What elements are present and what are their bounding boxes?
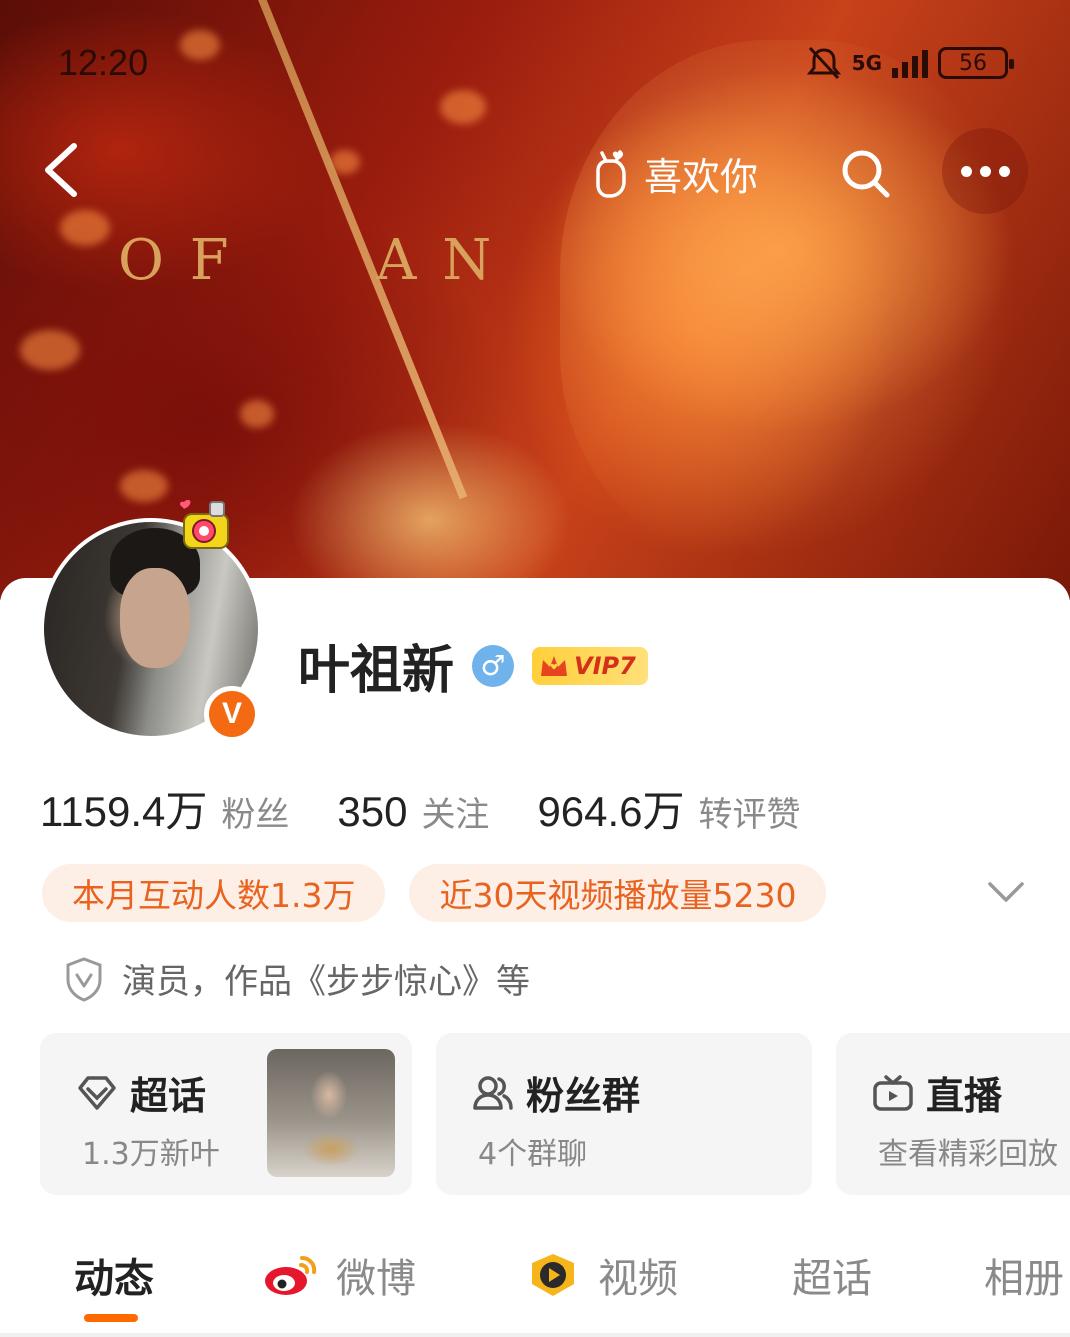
tab-label: 微博 — [336, 1256, 416, 1302]
profile-stats: 1159.4万 粉丝 350 关注 964.6万 转评赞 — [40, 778, 849, 839]
cover-text-right: A N — [376, 228, 496, 293]
stat-following[interactable]: 350 关注 — [337, 787, 489, 836]
like-you-label: 喜欢你 — [644, 155, 759, 199]
tab-label: 视频 — [598, 1256, 678, 1302]
more-dot-icon — [998, 165, 1010, 177]
stat-value: 350 — [337, 788, 408, 835]
battery-level: 56 — [959, 50, 987, 76]
profile-cover-banner[interactable]: O F A N — [0, 0, 1070, 600]
mute-bell-icon — [806, 46, 841, 80]
stat-value: 964.6万 — [537, 788, 685, 835]
stat-interactions[interactable]: 964.6万 转评赞 — [537, 778, 800, 839]
tab-label: 超话 — [792, 1256, 872, 1302]
live-tv-icon — [873, 1074, 913, 1111]
profile-tabs: 动态 微博 视频 超话 相册 — [0, 1236, 1070, 1336]
tile-supertopic[interactable]: 超话 1.3万新叶 — [40, 1033, 412, 1195]
stat-value: 1159.4万 — [40, 788, 208, 835]
tile-title: 超话 — [130, 1074, 207, 1118]
tile-subtitle: 4个群聊 — [478, 1137, 588, 1172]
tile-title: 直播 — [926, 1074, 1003, 1118]
tile-title: 粉丝群 — [526, 1074, 641, 1118]
tab-supertopic[interactable]: 超话 — [792, 1246, 872, 1304]
status-time: 12:20 — [58, 42, 149, 83]
stat-followers[interactable]: 1159.4万 粉丝 — [40, 778, 289, 839]
network-type: 5G — [851, 51, 882, 75]
verified-v-badge: V — [204, 686, 260, 742]
video-badge-icon — [532, 1254, 574, 1296]
tile-fan-group[interactable]: 粉丝群 4个群聊 — [436, 1033, 812, 1195]
chevron-down-icon[interactable] — [986, 876, 1026, 910]
back-arrow-icon[interactable] — [40, 140, 90, 200]
tile-title-row: 直播 — [872, 1065, 1002, 1120]
tab-weibo[interactable]: 微博 — [262, 1246, 416, 1304]
profile-name: 叶祖新 — [298, 641, 455, 701]
weibo-logo-icon — [265, 1255, 317, 1295]
cover-text-left: O F — [118, 228, 233, 293]
tab-activity[interactable]: 动态 — [74, 1246, 154, 1304]
like-you-button[interactable]: 喜欢你 — [588, 146, 758, 201]
highlight-pills: 本月互动人数1.3万 近30天视频播放量5230 — [42, 864, 827, 922]
status-icons: 5G 56 — [806, 46, 1014, 80]
vip-level: VIP7 — [574, 651, 636, 680]
tab-video[interactable]: 视频 — [524, 1246, 678, 1304]
cover-portrait — [560, 40, 1020, 560]
tabs-divider — [0, 1333, 1070, 1337]
tab-album[interactable]: 相册 — [984, 1246, 1064, 1304]
tile-title-row: 超话 — [76, 1065, 206, 1120]
highlight-video-views[interactable]: 近30天视频播放量5230 — [409, 864, 827, 922]
stat-label: 转评赞 — [698, 795, 801, 835]
finger-heart-icon — [596, 149, 626, 198]
tab-label: 动态 — [74, 1256, 154, 1302]
highlight-monthly-interactions[interactable]: 本月互动人数1.3万 — [42, 864, 386, 922]
gender-male-icon: ♂ — [472, 644, 515, 687]
signal-icon — [892, 48, 928, 78]
active-tab-indicator — [84, 1314, 138, 1322]
vip-badge[interactable]: VIP7 — [532, 646, 648, 685]
search-icon[interactable] — [838, 146, 892, 200]
group-icon — [473, 1075, 513, 1110]
tile-live[interactable]: 直播 查看精彩回放 — [836, 1033, 1070, 1195]
stat-label: 粉丝 — [221, 795, 290, 835]
profile-name-row: 叶祖新 ♂ VIP7 — [298, 628, 648, 703]
tile-subtitle: 查看精彩回放 — [878, 1137, 1058, 1172]
profile-intro[interactable]: 演员，作品《步步惊心》等 — [64, 954, 530, 1003]
tile-title-row: 粉丝群 — [472, 1065, 640, 1120]
avatar-pendant-camera-icon[interactable] — [170, 492, 242, 564]
verified-shield-icon — [66, 956, 102, 1002]
tile-subtitle: 1.3万新叶 — [82, 1137, 220, 1172]
stat-label: 关注 — [421, 795, 490, 835]
more-options-button[interactable] — [942, 128, 1028, 214]
more-dot-icon — [979, 165, 991, 177]
supertopic-thumbnail — [267, 1049, 395, 1177]
intro-text: 演员，作品《步步惊心》等 — [122, 962, 530, 1002]
vip-crown-icon — [541, 655, 568, 676]
battery-icon: 56 — [938, 47, 1014, 79]
more-dot-icon — [960, 165, 972, 177]
tab-label: 相册 — [984, 1256, 1064, 1302]
supertopic-icon — [78, 1075, 116, 1110]
